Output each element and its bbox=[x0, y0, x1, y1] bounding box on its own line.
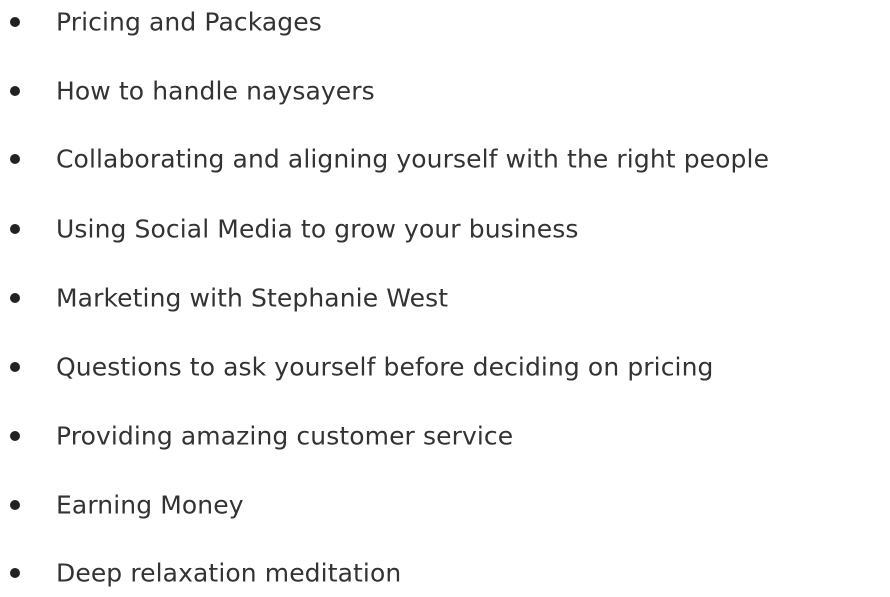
bullet-icon bbox=[10, 362, 20, 372]
list-item: Using Social Media to grow your business bbox=[0, 209, 890, 249]
list-item: Providing amazing customer service bbox=[0, 416, 890, 456]
bullet-icon bbox=[10, 224, 20, 234]
list-item-label: Deep relaxation meditation bbox=[56, 558, 402, 588]
list-item: Pricing and Packages bbox=[0, 2, 890, 42]
list-item: Earning Money bbox=[0, 485, 890, 525]
bullet-icon bbox=[10, 293, 20, 303]
list-item: Marketing with Stephanie West bbox=[0, 278, 890, 318]
list-item-label: Pricing and Packages bbox=[56, 7, 322, 37]
list-item-label: How to handle naysayers bbox=[56, 76, 375, 106]
list-item-label: Earning Money bbox=[56, 490, 244, 520]
list-item: Deep relaxation meditation bbox=[0, 553, 890, 593]
bullet-icon bbox=[10, 17, 20, 27]
bullet-icon bbox=[10, 568, 20, 578]
bullet-icon bbox=[10, 86, 20, 96]
list-item-label: Providing amazing customer service bbox=[56, 421, 514, 451]
list-item: Questions to ask yourself before decidin… bbox=[0, 347, 890, 387]
list-item-label: Marketing with Stephanie West bbox=[56, 283, 449, 313]
list-item-label: Collaborating and aligning yourself with… bbox=[56, 144, 770, 174]
bullet-icon bbox=[10, 431, 20, 441]
list-item: How to handle naysayers bbox=[0, 71, 890, 111]
list-item: Collaborating and aligning yourself with… bbox=[0, 139, 890, 179]
bullet-icon bbox=[10, 500, 20, 510]
bullet-icon bbox=[10, 154, 20, 164]
list-item-label: Using Social Media to grow your business bbox=[56, 214, 579, 244]
list-item-label: Questions to ask yourself before decidin… bbox=[56, 352, 714, 382]
